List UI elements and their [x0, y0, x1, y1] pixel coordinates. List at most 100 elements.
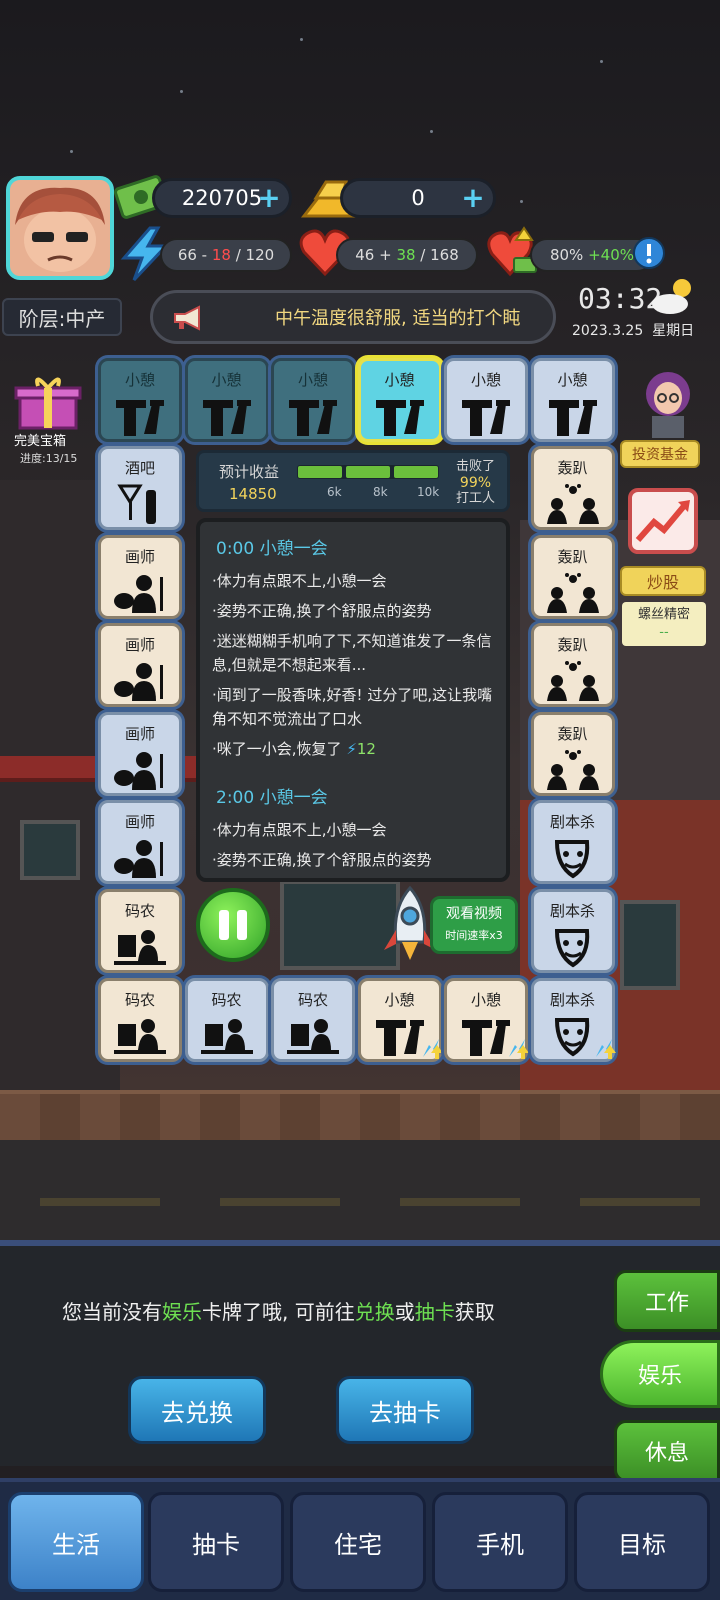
msg-highlight-draw: 抽卡	[414, 1300, 455, 1324]
tile-label: 码农	[297, 991, 328, 1009]
add-gold-button[interactable]: +	[459, 184, 487, 213]
board-tile-left-4[interactable]: 画师	[98, 800, 182, 884]
board-tile-right-1[interactable]: 轰趴	[530, 534, 615, 619]
tick-10k: 10k	[417, 485, 440, 499]
game-date: 2023.3.25 星期日	[572, 320, 694, 340]
board-tile-bottom-0[interactable]: 码农	[98, 978, 182, 1062]
tile-icon	[543, 390, 603, 442]
board-tile-bottom-1[interactable]: 码农	[184, 978, 269, 1062]
artist-icon	[114, 574, 163, 613]
board-tile-top-3[interactable]: 小憩	[357, 358, 442, 442]
board-tile-right-0[interactable]: 轰趴	[530, 446, 615, 530]
tab-goal[interactable]: 目标	[574, 1492, 710, 1592]
mood-bonus: +40%	[588, 246, 635, 264]
watch-video-sub: 时间速率x3	[445, 929, 503, 942]
beat-who: 打工人	[455, 491, 495, 506]
artist-icon	[114, 840, 163, 878]
pause-button[interactable]	[196, 888, 270, 962]
tab-draw[interactable]: 抽卡	[148, 1492, 284, 1592]
add-money-button[interactable]: +	[255, 184, 283, 213]
bar-drinks-icon	[117, 484, 156, 524]
board-tile-bottom-4[interactable]: 小憩	[444, 978, 531, 1065]
tab-life[interactable]: 生活	[8, 1492, 144, 1592]
boost-arrow-icon	[505, 1031, 531, 1065]
tile-label: 轰趴	[557, 636, 588, 654]
log-line: ·姿势不正确,换了个舒服点的姿势	[212, 602, 432, 620]
board-tile-top-4[interactable]: 小憩	[444, 358, 528, 442]
info-icon[interactable]	[632, 236, 666, 274]
msg-highlight-ent: 娱乐	[162, 1300, 202, 1324]
tab-phone[interactable]: 手机	[432, 1492, 568, 1592]
board-tile-top-0[interactable]: 小憩	[98, 358, 182, 442]
board-tile-top-2[interactable]: 小憩	[271, 358, 355, 442]
board-tile-left-1[interactable]: 画师	[98, 534, 182, 619]
board-tile-top-5[interactable]: 小憩	[530, 358, 615, 442]
tab-house[interactable]: 住宅	[290, 1492, 426, 1592]
party-icon	[546, 749, 599, 790]
board-tile-right-4[interactable]: 剧本杀	[530, 800, 615, 884]
mask-icon	[554, 928, 589, 967]
tile-label: 小憩	[557, 371, 588, 389]
invest-fund-button[interactable]: 投资基金	[620, 440, 700, 468]
tile-icon	[110, 390, 170, 442]
tile-label: 小憩	[297, 371, 328, 389]
tile-label: 码农	[211, 991, 242, 1009]
mask-icon	[554, 840, 589, 879]
boost-arrow-icon	[592, 1031, 618, 1065]
megaphone-icon	[171, 305, 203, 335]
mode-entertain-button[interactable]: 娱乐	[600, 1340, 720, 1408]
board-tile-left-2[interactable]: 画师	[98, 623, 182, 707]
gift-box-icon[interactable]	[14, 372, 82, 436]
stock-chart-icon[interactable]	[628, 488, 698, 554]
tile-label: 小憩	[384, 371, 415, 389]
tile-label: 轰趴	[557, 724, 588, 743]
watch-video-button[interactable]: 观看视频 时间速率x3	[430, 896, 518, 954]
watch-video-title: 观看视频	[446, 906, 502, 922]
tile-icon	[543, 921, 603, 973]
tile-label: 轰趴	[557, 459, 588, 477]
board-tile-right-5[interactable]: 剧本杀	[530, 888, 615, 973]
board-tile-bottom-5[interactable]: 剧本杀	[530, 978, 618, 1065]
health-current: 46	[355, 246, 375, 264]
tile-icon	[283, 1010, 343, 1062]
board-tile-left-0[interactable]: 酒吧	[98, 446, 182, 530]
log-entry-head: 2:00 小憩一会	[216, 788, 328, 808]
board-tile-left-5[interactable]: 码农	[98, 888, 182, 973]
board-tile-bottom-2[interactable]: 码农	[271, 978, 355, 1062]
log-line: ·迷迷糊糊手机响了下,不知道谁发了一条信息,但就是不想起来看...	[212, 632, 492, 674]
msg-highlight-exchange: 兑换	[354, 1300, 395, 1324]
mode-rest-button[interactable]: 休息	[614, 1420, 720, 1482]
tile-label: 剧本杀	[549, 991, 595, 1009]
nap-icon	[202, 400, 251, 436]
tile-icon	[197, 390, 257, 442]
nap-icon	[548, 400, 597, 436]
coder-icon	[114, 1019, 166, 1054]
money-value: 220705	[181, 186, 263, 210]
board-tile-top-1[interactable]: 小憩	[184, 358, 269, 442]
board-tile-bottom-3[interactable]: 小憩	[357, 978, 443, 1062]
go-exchange-button[interactable]: 去兑换	[128, 1376, 266, 1444]
tile-label: 小憩	[124, 371, 155, 389]
board-tile-right-2[interactable]: 轰趴	[530, 623, 615, 707]
stock-button[interactable]: 炒股	[620, 566, 706, 596]
income-panel: 预计收益 14850 6k 8k 10k 击败了 99% 打工人	[196, 450, 510, 512]
energy-delta: 18	[211, 246, 231, 264]
artist-icon	[114, 663, 163, 701]
tile-label: 酒吧	[124, 459, 155, 477]
tile-icon	[543, 478, 603, 530]
go-draw-button[interactable]: 去抽卡	[336, 1376, 474, 1444]
player-avatar[interactable]	[6, 176, 114, 280]
board-tile-left-3[interactable]: 画师	[98, 711, 182, 796]
board-tile-right-3[interactable]: 轰趴	[530, 711, 615, 796]
income-progress-bar	[297, 465, 439, 479]
screw-stock-card[interactable]: 螺丝精密 --	[622, 602, 706, 646]
mode-work-button[interactable]: 工作	[614, 1270, 720, 1332]
advisor-avatar[interactable]	[624, 364, 704, 444]
tick-8k: 8k	[373, 485, 388, 499]
activity-log[interactable]: 0:00 小憩一会 ·体力有点跟不上,小憩一会 ·姿势不正确,换了个舒服点的姿势…	[196, 518, 510, 882]
screw-value: --	[659, 625, 669, 640]
mood-value: 80%	[549, 246, 584, 264]
tile-icon	[543, 567, 603, 619]
tile-icon	[543, 744, 603, 796]
tile-label: 码农	[124, 991, 155, 1009]
